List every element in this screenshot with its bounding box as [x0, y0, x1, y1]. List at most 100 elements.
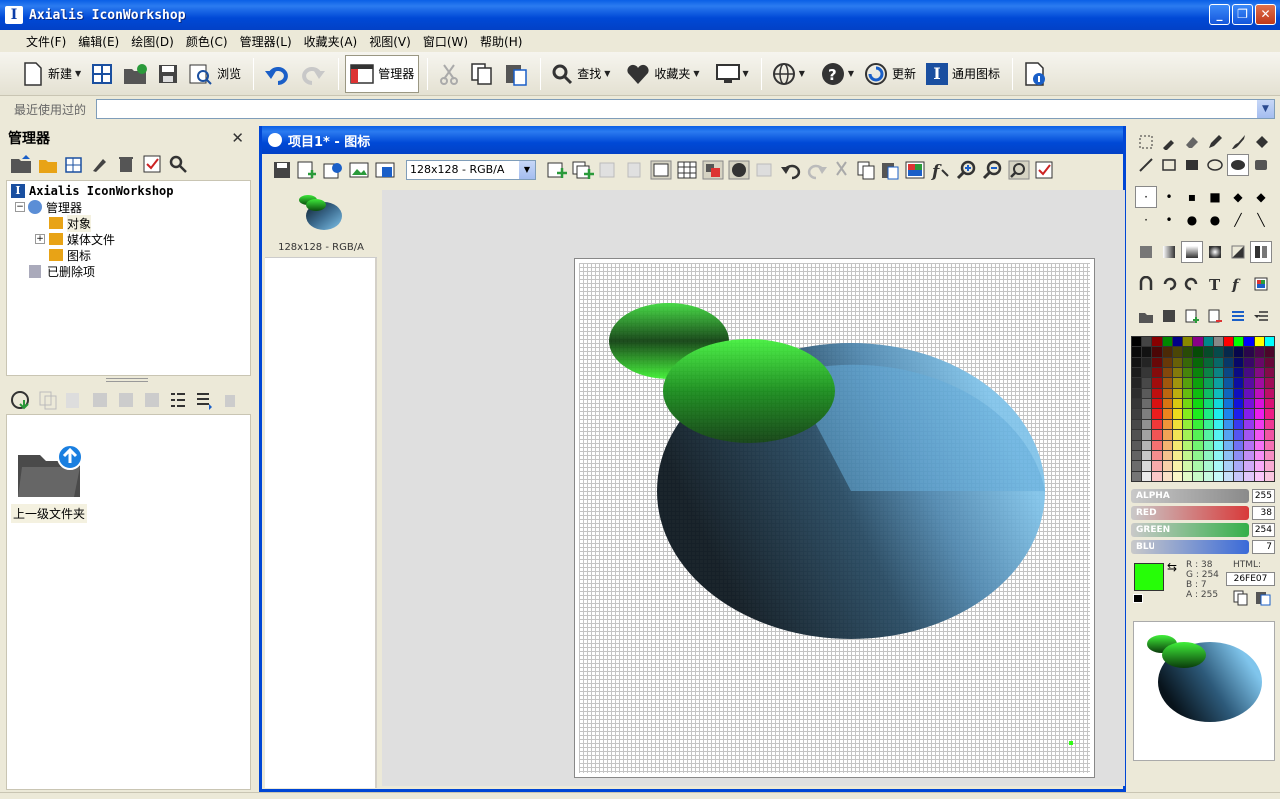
- menu-draw[interactable]: 绘图(D): [125, 33, 180, 50]
- palette-swatch[interactable]: [1264, 430, 1274, 440]
- properties-icon[interactable]: [142, 154, 162, 174]
- add-format-icon[interactable]: [546, 160, 568, 180]
- palette-swatch[interactable]: [1152, 450, 1162, 461]
- palette-swatch[interactable]: [1172, 419, 1183, 430]
- palette-swatch[interactable]: [1244, 378, 1254, 388]
- palette-swatch[interactable]: [1223, 347, 1234, 357]
- manager-button[interactable]: 管理器: [345, 54, 420, 93]
- paste-button[interactable]: [500, 55, 532, 93]
- palette-swatch[interactable]: [1244, 471, 1254, 481]
- palette-swatch[interactable]: [1162, 399, 1172, 409]
- palette-swatch[interactable]: [1223, 430, 1234, 440]
- palette-swatch[interactable]: [1132, 430, 1142, 440]
- rounded-rect-icon[interactable]: [1250, 154, 1272, 176]
- menu-color[interactable]: 颜色(C): [180, 33, 234, 50]
- folder-up-icon[interactable]: [10, 154, 32, 174]
- palette-swatch[interactable]: [1152, 337, 1162, 347]
- list-view-icon[interactable]: [168, 390, 188, 410]
- palette-swatch[interactable]: [1132, 471, 1142, 481]
- brush-size-icon[interactable]: ·: [1135, 186, 1157, 208]
- palette-swatch[interactable]: [1193, 337, 1203, 347]
- copy-color-icon[interactable]: [1233, 590, 1249, 609]
- palette-swatch[interactable]: [1264, 357, 1274, 368]
- effects-icon[interactable]: f: [930, 160, 952, 180]
- palette-swatch[interactable]: [1203, 378, 1213, 388]
- palette-swatch[interactable]: [1142, 440, 1152, 450]
- palette-swatch[interactable]: [1213, 471, 1223, 481]
- paste-icon[interactable]: [64, 390, 84, 410]
- brush-size-icon[interactable]: ●: [1181, 209, 1203, 231]
- palette-swatch[interactable]: [1183, 440, 1193, 450]
- vertical-gradient-icon[interactable]: [1181, 241, 1203, 263]
- palette-swatch[interactable]: [1223, 357, 1234, 368]
- palette-swatch[interactable]: [1152, 409, 1162, 419]
- browse-button[interactable]: 浏览: [185, 55, 245, 93]
- up-folder-item[interactable]: 上一级文件夹: [11, 443, 88, 523]
- palette-swatch[interactable]: [1213, 357, 1223, 368]
- palette-swatch[interactable]: [1132, 388, 1142, 399]
- palette-swatch[interactable]: [1254, 409, 1264, 419]
- palette-swatch[interactable]: [1132, 409, 1142, 419]
- brush-size-icon[interactable]: ╱: [1227, 209, 1249, 231]
- paste-icon[interactable]: [880, 160, 900, 180]
- transparency-icon[interactable]: [702, 160, 724, 180]
- palette-swatch[interactable]: [1234, 440, 1244, 450]
- palette-swatch[interactable]: [1203, 419, 1213, 430]
- palette-swatch[interactable]: [1162, 419, 1172, 430]
- palette-swatch[interactable]: [1223, 471, 1234, 481]
- palette-swatch[interactable]: [1203, 357, 1213, 368]
- menu-file[interactable]: 文件(F): [20, 33, 72, 50]
- palette-swatch[interactable]: [1223, 409, 1234, 419]
- palette-swatch[interactable]: [1254, 388, 1264, 399]
- image-format-icon[interactable]: [322, 160, 344, 180]
- palette-swatch[interactable]: [1132, 368, 1142, 378]
- palette-swatch[interactable]: [1234, 378, 1244, 388]
- palette-swatch[interactable]: [1172, 440, 1183, 450]
- palette-swatch[interactable]: [1203, 388, 1213, 399]
- default-colors-icon[interactable]: [1133, 594, 1143, 603]
- brush-size-icon[interactable]: ■: [1204, 186, 1226, 208]
- palette-swatch[interactable]: [1193, 440, 1203, 450]
- palette-swatch[interactable]: [1142, 357, 1152, 368]
- palette-swatch[interactable]: [1234, 357, 1244, 368]
- test-icon[interactable]: [374, 160, 396, 180]
- palette-swatch[interactable]: [1193, 399, 1203, 409]
- palette-swatch[interactable]: [1152, 347, 1162, 357]
- palette-swatch[interactable]: [1152, 419, 1162, 430]
- palette-swatch[interactable]: [1254, 430, 1264, 440]
- palette-swatch[interactable]: [1172, 461, 1183, 471]
- palette-swatch[interactable]: [1213, 430, 1223, 440]
- save-icon[interactable]: [272, 160, 292, 180]
- palette-swatch[interactable]: [1264, 419, 1274, 430]
- palette-swatch[interactable]: [1142, 430, 1152, 440]
- palette-swatch[interactable]: [1162, 357, 1172, 368]
- palette-swatch[interactable]: [1132, 337, 1142, 347]
- close-panel-icon[interactable]: ✕: [231, 129, 244, 147]
- palette-swatch[interactable]: [1162, 461, 1172, 471]
- update-button[interactable]: 更新: [860, 55, 920, 93]
- palette-swatch[interactable]: [1152, 430, 1162, 440]
- color-palette[interactable]: [1131, 336, 1275, 482]
- palette-swatch[interactable]: [1152, 357, 1162, 368]
- brush-size-icon[interactable]: •: [1158, 209, 1180, 231]
- palette-swatch[interactable]: [1244, 368, 1254, 378]
- palette-swatch[interactable]: [1264, 368, 1274, 378]
- menu-favorites[interactable]: 收藏夹(A): [298, 33, 364, 50]
- effects-icon[interactable]: f: [1227, 273, 1249, 295]
- pixel-view-icon[interactable]: [650, 160, 672, 180]
- new-image-icon[interactable]: [296, 160, 318, 180]
- palette-swatch[interactable]: [1193, 450, 1203, 461]
- palette-swatch[interactable]: [1234, 388, 1244, 399]
- tree-item-root[interactable]: I Axialis IconWorkshop: [11, 183, 246, 199]
- palette-swatch[interactable]: [1193, 419, 1203, 430]
- pixel-canvas[interactable]: [579, 263, 1090, 773]
- rotate-left-icon[interactable]: [1158, 273, 1180, 295]
- palette-swatch[interactable]: [1234, 461, 1244, 471]
- blue-value[interactable]: 7: [1252, 540, 1275, 554]
- palette-swatch[interactable]: [1193, 461, 1203, 471]
- palette-swatch[interactable]: [1172, 337, 1183, 347]
- palette-swatch[interactable]: [1142, 388, 1152, 399]
- palette-swatch[interactable]: [1234, 368, 1244, 378]
- menu-edit[interactable]: 编辑(E): [72, 33, 125, 50]
- palette-swatch[interactable]: [1172, 471, 1183, 481]
